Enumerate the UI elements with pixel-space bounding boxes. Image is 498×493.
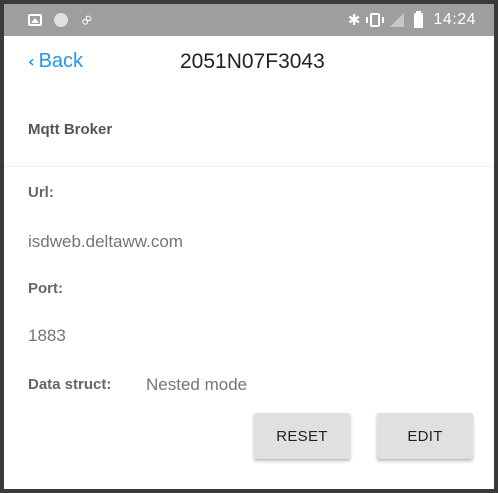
battery-icon: [414, 10, 424, 28]
data-struct-value: Nested mode: [146, 375, 248, 394]
section-title: Mqtt Broker: [28, 121, 113, 138]
nav-header: ‹ Back 2051N07F3043: [4, 36, 494, 92]
status-bar-left-icons: ∞: [28, 8, 98, 31]
device-screen: ∞ ✱ 14:24 ‹ Back 2051N07F3043 Mqtt Broke…: [0, 0, 498, 493]
edit-button[interactable]: EDIT: [377, 413, 473, 459]
vibrate-icon: [366, 13, 385, 27]
port-label: Port:: [28, 280, 63, 297]
status-bar-right-icons: ✱ 14:24: [347, 10, 476, 29]
bluetooth-icon: ✱: [347, 11, 361, 29]
image-icon: [28, 14, 42, 26]
url-value: isdweb.deltaww.com: [28, 232, 183, 251]
back-button-label: Back: [38, 50, 84, 72]
link-icon: ∞: [74, 8, 98, 32]
status-time: 14:24: [433, 11, 476, 28]
back-button[interactable]: ‹ Back: [28, 50, 83, 73]
port-value: 1883: [28, 326, 66, 345]
chevron-left-icon: ‹: [28, 52, 35, 71]
signal-icon: [390, 13, 405, 27]
divider: [4, 166, 494, 167]
data-struct-label: Data struct:: [28, 376, 112, 393]
status-bar: ∞ ✱ 14:24: [4, 4, 494, 36]
page-title: 2051N07F3043: [180, 50, 325, 73]
circle-icon: [54, 13, 68, 27]
reset-button[interactable]: RESET: [254, 413, 350, 459]
url-label: Url:: [28, 184, 54, 201]
